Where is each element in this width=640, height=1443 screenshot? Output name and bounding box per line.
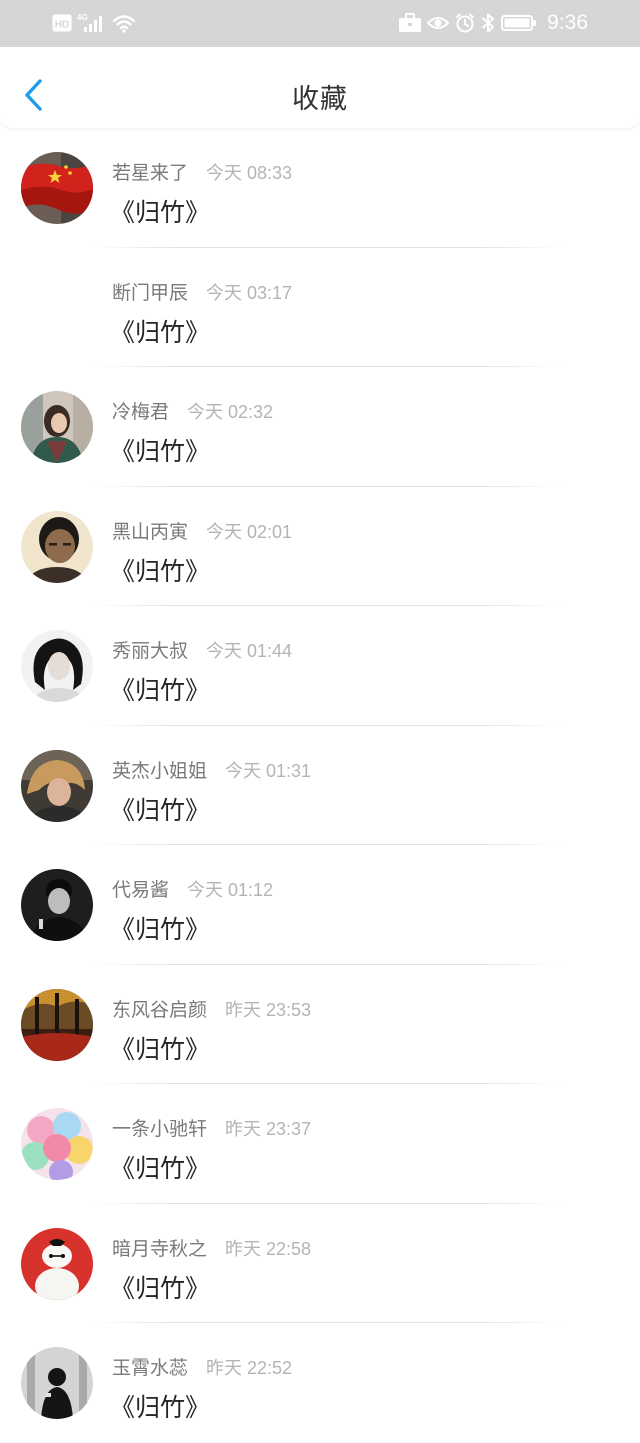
work-title[interactable]: 《归竹》 <box>110 552 210 588</box>
svg-text:HD: HD <box>55 20 69 31</box>
avatar[interactable] <box>21 152 93 224</box>
avatar[interactable] <box>21 1227 93 1300</box>
signal-4g-icon: 4G <box>77 13 102 32</box>
username[interactable]: 断门甲辰 <box>112 278 188 305</box>
timestamp: 今天 02:32 <box>187 402 274 422</box>
item-meta: 秀丽大叔 今天 01:44 <box>112 636 292 663</box>
svg-text:4G: 4G <box>77 13 88 22</box>
briefcase-icon <box>399 13 422 32</box>
timestamp: 昨天 22:52 <box>206 1358 293 1378</box>
timestamp: 今天 01:44 <box>206 641 293 661</box>
bluetooth-icon <box>482 13 495 33</box>
item-meta: 一条小驰轩 昨天 23:37 <box>112 1114 311 1141</box>
avatar[interactable] <box>21 1347 93 1419</box>
avatar[interactable] <box>21 1108 93 1180</box>
timestamp: 昨天 23:37 <box>225 1119 312 1139</box>
battery-icon <box>501 15 537 31</box>
item-meta: 若星来了 今天 08:33 <box>112 158 292 185</box>
timestamp: 今天 02:01 <box>206 521 293 542</box>
username[interactable]: 一条小驰轩 <box>112 1114 207 1141</box>
timestamp: 今天 03:17 <box>206 282 293 303</box>
item-meta: 英杰小姐姐 今天 01:31 <box>112 756 311 783</box>
list-item[interactable]: 暗月寺秋之 昨天 22:58 《归竹》 <box>0 1204 640 1323</box>
work-title[interactable]: 《归竹》 <box>110 791 210 827</box>
work-title[interactable]: 《归竹》 <box>110 671 210 707</box>
username[interactable]: 暗月寺秋之 <box>112 1234 207 1261</box>
work-title[interactable]: 《归竹》 <box>110 432 210 468</box>
eye-icon <box>427 17 450 29</box>
list-item[interactable]: 英杰小姐姐 今天 01:31 《归竹》 <box>0 726 640 845</box>
timestamp: 今天 08:33 <box>206 163 293 183</box>
wifi-icon <box>112 15 136 33</box>
avatar[interactable] <box>21 749 93 822</box>
avatar[interactable] <box>21 630 93 702</box>
work-title[interactable]: 《归竹》 <box>110 193 210 229</box>
username[interactable]: 若星来了 <box>112 158 188 185</box>
list-item[interactable]: 黑山丙寅 今天 02:01 《归竹》 <box>0 487 640 606</box>
username[interactable]: 英杰小姐姐 <box>112 756 207 783</box>
status-time: 9:36 <box>547 11 588 34</box>
username[interactable]: 冷梅君 <box>112 397 169 424</box>
header-bar: 收藏 <box>0 47 640 128</box>
item-meta: 代易酱 今天 01:12 <box>112 875 273 902</box>
item-meta: 玉霄水蕊 昨天 22:52 <box>112 1353 292 1380</box>
status-bar: HD 4G 9:36 <box>0 0 640 47</box>
work-title[interactable]: 《归竹》 <box>110 313 210 349</box>
avatar[interactable] <box>21 510 93 583</box>
item-meta: 暗月寺秋之 昨天 22:58 <box>112 1234 311 1261</box>
timestamp: 昨天 22:58 <box>225 1238 312 1259</box>
work-title[interactable]: 《归竹》 <box>110 1388 210 1424</box>
timestamp: 昨天 23:53 <box>225 999 312 1020</box>
avatar[interactable] <box>21 869 93 941</box>
username[interactable]: 黑山丙寅 <box>112 517 188 544</box>
item-meta: 冷梅君 今天 02:32 <box>112 397 273 424</box>
work-title[interactable]: 《归竹》 <box>110 1030 210 1066</box>
list-item[interactable]: 一条小驰轩 昨天 23:37 《归竹》 <box>0 1084 640 1204</box>
item-meta: 断门甲辰 今天 03:17 <box>112 278 292 305</box>
work-title[interactable]: 《归竹》 <box>110 910 210 946</box>
timestamp: 今天 01:31 <box>225 760 312 781</box>
item-meta: 黑山丙寅 今天 02:01 <box>112 517 292 544</box>
status-bar-right: 9:36 <box>399 11 588 35</box>
username[interactable]: 代易酱 <box>112 875 169 902</box>
list-item[interactable]: 玉霄水蕊 昨天 22:52 《归竹》 <box>0 1323 640 1443</box>
list-item[interactable]: 代易酱 今天 01:12 《归竹》 <box>0 845 640 965</box>
work-title[interactable]: 《归竹》 <box>110 1269 210 1305</box>
username[interactable]: 玉霄水蕊 <box>112 1353 188 1380</box>
avatar[interactable] <box>21 391 93 463</box>
avatar[interactable] <box>21 988 93 1061</box>
list-item[interactable]: 若星来了 今天 08:33 《归竹》 <box>0 128 640 248</box>
hd-icon: HD <box>52 14 72 32</box>
list-item[interactable]: 秀丽大叔 今天 01:44 《归竹》 <box>0 606 640 726</box>
page-title: 收藏 <box>292 84 348 115</box>
list-item[interactable]: 冷梅君 今天 02:32 《归竹》 <box>0 367 640 487</box>
list-item[interactable]: 断门甲辰 今天 03:17 《归竹》 <box>0 248 640 367</box>
list-item[interactable]: 东风谷启颜 昨天 23:53 《归竹》 <box>0 965 640 1084</box>
timestamp: 今天 01:12 <box>187 880 274 900</box>
work-title[interactable]: 《归竹》 <box>110 1149 210 1185</box>
favorites-list: 若星来了 今天 08:33 《归竹》 断门甲辰 今天 03:17 《归竹》 冷梅… <box>0 128 640 1443</box>
item-meta: 东风谷启颜 昨天 23:53 <box>112 995 311 1022</box>
username[interactable]: 东风谷启颜 <box>112 995 207 1022</box>
username[interactable]: 秀丽大叔 <box>112 636 188 663</box>
alarm-icon <box>456 13 475 33</box>
status-bar-left: HD 4G <box>52 11 136 35</box>
